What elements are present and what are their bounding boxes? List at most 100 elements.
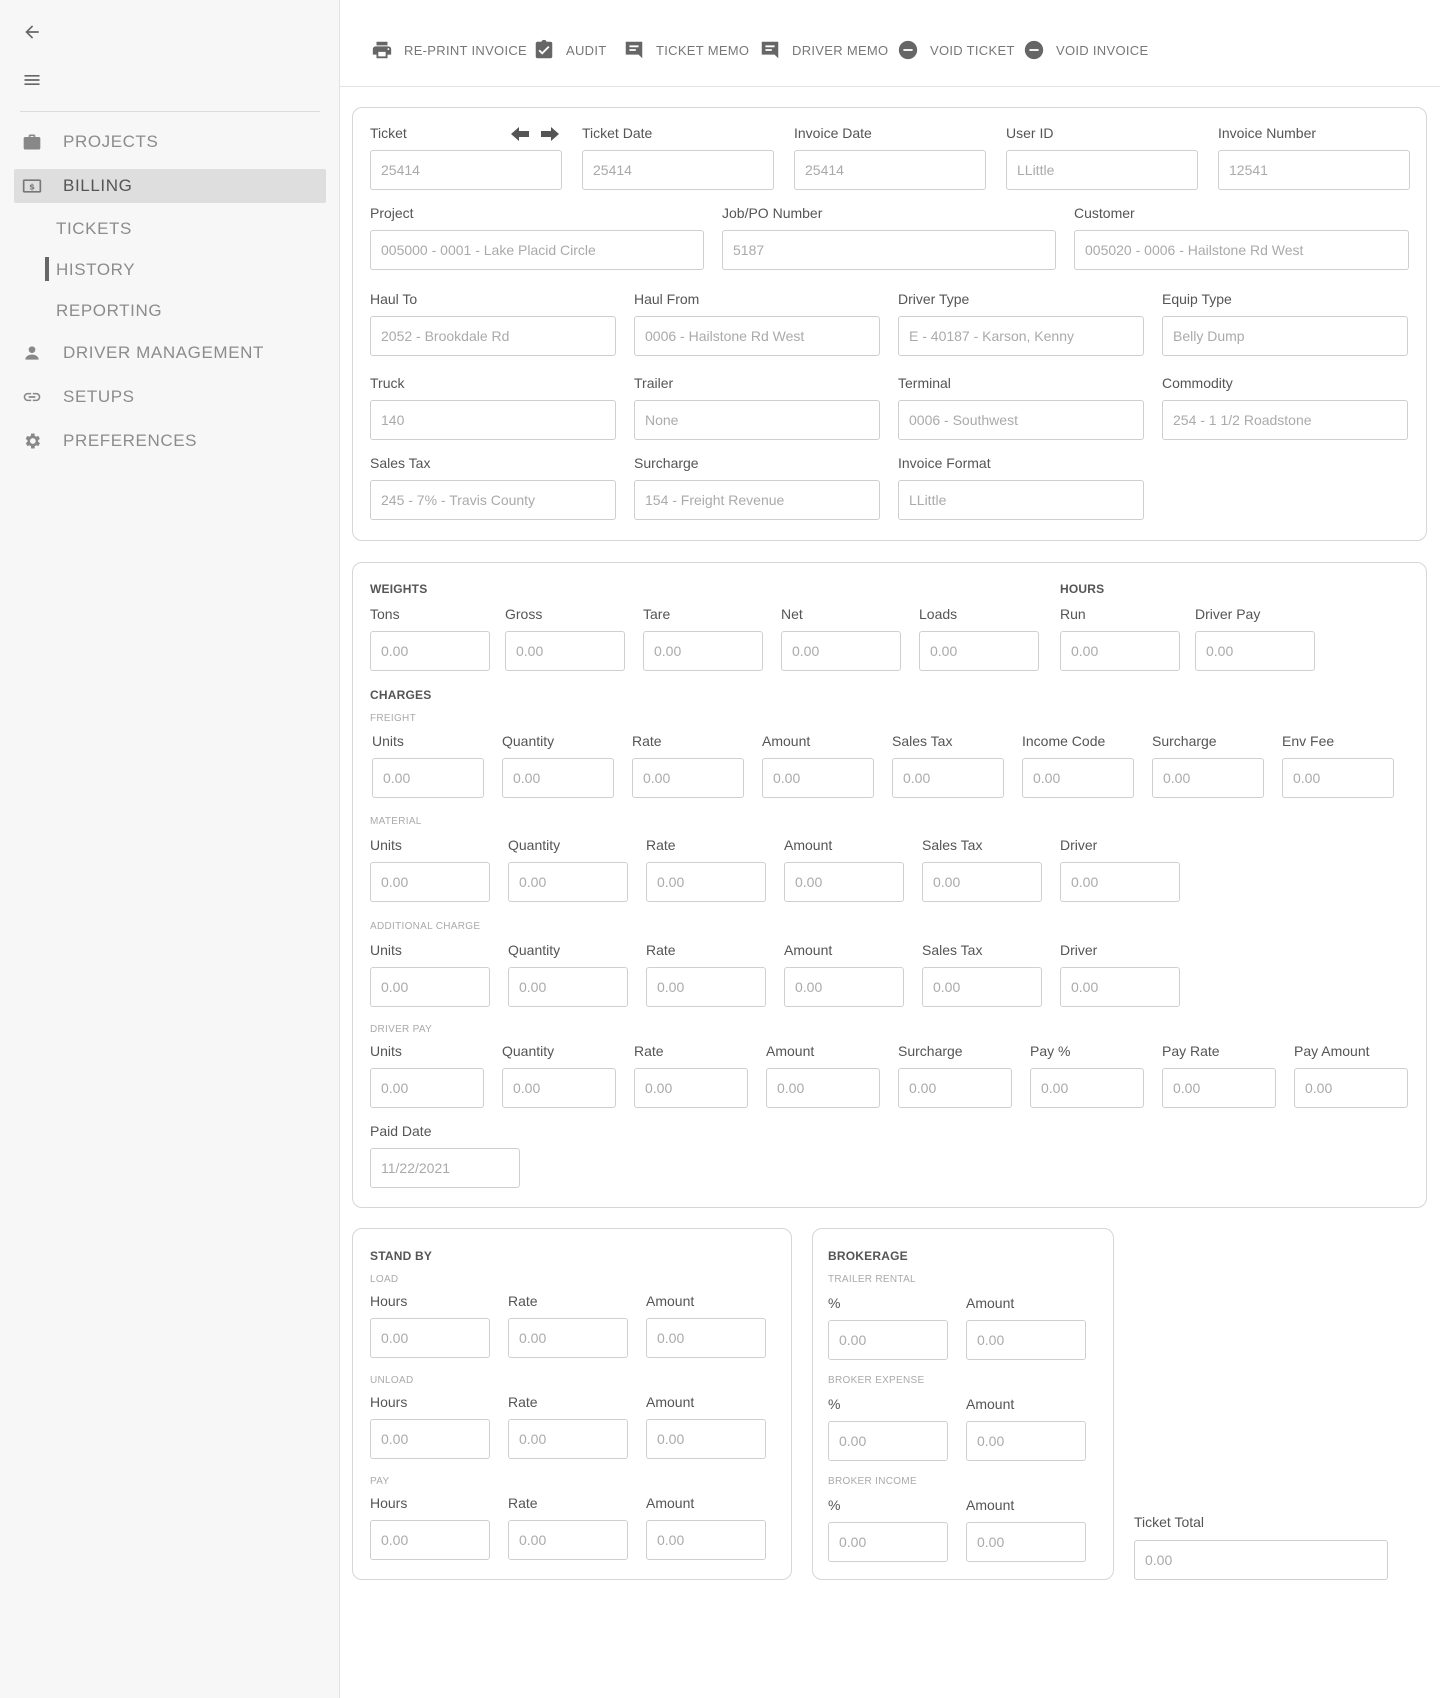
commodity-field[interactable] bbox=[1162, 400, 1408, 440]
pay-percent-field[interactable] bbox=[1030, 1068, 1144, 1108]
terminal-field[interactable] bbox=[898, 400, 1144, 440]
sidebar-subitem-reporting[interactable]: REPORTING bbox=[14, 295, 326, 326]
material-units-field[interactable] bbox=[370, 862, 490, 902]
material-amount-field[interactable] bbox=[784, 862, 904, 902]
sidebar-item-setups[interactable]: SETUPS bbox=[14, 380, 326, 414]
menu-icon[interactable] bbox=[20, 68, 44, 92]
pay-amount-field[interactable] bbox=[1294, 1068, 1408, 1108]
trailer-field[interactable] bbox=[634, 400, 880, 440]
sidebar-subitem-tickets[interactable]: TICKETS bbox=[14, 213, 326, 244]
haul-from-field[interactable] bbox=[634, 316, 880, 356]
freight-income-code-field[interactable] bbox=[1022, 758, 1134, 798]
paid-date-field[interactable] bbox=[370, 1148, 520, 1188]
driver-pay-amount-field[interactable] bbox=[766, 1068, 880, 1108]
broker-income-percent-label: % bbox=[828, 1497, 841, 1513]
invoice-date-field[interactable] bbox=[794, 150, 986, 190]
load-rate-field[interactable] bbox=[508, 1318, 628, 1358]
haul-to-field[interactable] bbox=[370, 316, 616, 356]
run-hours-field[interactable] bbox=[1060, 631, 1180, 671]
hours-heading: HOURS bbox=[1060, 582, 1105, 596]
freight-sales-tax-field[interactable] bbox=[892, 758, 1004, 798]
material-rate-field[interactable] bbox=[646, 862, 766, 902]
sidebar-item-billing[interactable]: $ BILLING bbox=[14, 169, 326, 203]
additional-amount-field[interactable] bbox=[784, 967, 904, 1007]
stand-by-heading: STAND BY bbox=[370, 1249, 433, 1263]
customer-field[interactable] bbox=[1074, 230, 1409, 270]
sales-tax-field[interactable] bbox=[370, 480, 616, 520]
freight-units-field[interactable] bbox=[372, 758, 484, 798]
audit-button[interactable]: AUDIT bbox=[532, 38, 607, 62]
broker-expense-percent-field[interactable] bbox=[828, 1421, 948, 1461]
sidebar-item-driver-management[interactable]: DRIVER MANAGEMENT bbox=[14, 336, 326, 370]
trailer-rental-percent-field[interactable] bbox=[828, 1320, 948, 1360]
previous-ticket-arrow-icon[interactable] bbox=[510, 126, 530, 142]
unload-rate-field[interactable] bbox=[508, 1419, 628, 1459]
pay-amount-standby-field[interactable] bbox=[646, 1520, 766, 1560]
void-ticket-button[interactable]: VOID TICKET bbox=[896, 38, 1015, 62]
additional-driver-field[interactable] bbox=[1060, 967, 1180, 1007]
material-driver-field[interactable] bbox=[1060, 862, 1180, 902]
additional-quantity-field[interactable] bbox=[508, 967, 628, 1007]
driver-pay-rate-label: Rate bbox=[634, 1043, 664, 1059]
ticket-field[interactable] bbox=[370, 150, 562, 190]
net-field[interactable] bbox=[781, 631, 901, 671]
material-sales-tax-field[interactable] bbox=[922, 862, 1042, 902]
ticket-memo-button[interactable]: TICKET MEMO bbox=[622, 38, 749, 62]
unload-amount-field[interactable] bbox=[646, 1419, 766, 1459]
freight-quantity-label: Quantity bbox=[502, 733, 555, 749]
surcharge-field[interactable] bbox=[634, 480, 880, 520]
load-hours-field[interactable] bbox=[370, 1318, 490, 1358]
freight-env-fee-field[interactable] bbox=[1282, 758, 1394, 798]
pay-rate-field[interactable] bbox=[1162, 1068, 1276, 1108]
additional-rate-field[interactable] bbox=[646, 967, 766, 1007]
additional-units-field[interactable] bbox=[370, 967, 490, 1007]
run-label: Run bbox=[1060, 606, 1086, 622]
additional-sales-tax-field[interactable] bbox=[922, 967, 1042, 1007]
ticket-date-label: Ticket Date bbox=[582, 125, 653, 141]
freight-surcharge-field[interactable] bbox=[1152, 758, 1264, 798]
ticket-total-field[interactable] bbox=[1134, 1540, 1388, 1580]
sidebar-item-preferences[interactable]: PREFERENCES bbox=[14, 424, 326, 458]
pay-hours-field[interactable] bbox=[370, 1520, 490, 1560]
void-invoice-button[interactable]: VOID INVOICE bbox=[1022, 38, 1148, 62]
driver-pay-hours-field[interactable] bbox=[1195, 631, 1315, 671]
tare-field[interactable] bbox=[643, 631, 763, 671]
tons-field[interactable] bbox=[370, 631, 490, 671]
tons-label: Tons bbox=[370, 606, 400, 622]
project-field[interactable] bbox=[370, 230, 704, 270]
truck-field[interactable] bbox=[370, 400, 616, 440]
haul-from-label: Haul From bbox=[634, 291, 700, 307]
invoice-format-field[interactable] bbox=[898, 480, 1144, 520]
material-quantity-field[interactable] bbox=[508, 862, 628, 902]
unload-hours-field[interactable] bbox=[370, 1419, 490, 1459]
reprint-invoice-button[interactable]: RE-PRINT INVOICE bbox=[370, 38, 527, 62]
freight-quantity-field[interactable] bbox=[502, 758, 614, 798]
loads-field[interactable] bbox=[919, 631, 1039, 671]
driver-type-label: Driver Type bbox=[898, 291, 970, 307]
driver-type-field[interactable] bbox=[898, 316, 1144, 356]
invoice-number-field[interactable] bbox=[1218, 150, 1410, 190]
sidebar-item-projects[interactable]: PROJECTS bbox=[14, 125, 326, 159]
driver-pay-surcharge-field[interactable] bbox=[898, 1068, 1012, 1108]
driver-pay-rate-field[interactable] bbox=[634, 1068, 748, 1108]
load-amount-field[interactable] bbox=[646, 1318, 766, 1358]
freight-rate-field[interactable] bbox=[632, 758, 744, 798]
trailer-rental-amount-field[interactable] bbox=[966, 1320, 1086, 1360]
broker-income-percent-field[interactable] bbox=[828, 1522, 948, 1562]
ticket-date-field[interactable] bbox=[582, 150, 774, 190]
sidebar-subitem-history[interactable]: HISTORY bbox=[14, 254, 326, 285]
back-arrow-icon[interactable] bbox=[20, 20, 44, 44]
broker-expense-amount-field[interactable] bbox=[966, 1421, 1086, 1461]
equip-type-field[interactable] bbox=[1162, 316, 1408, 356]
freight-amount-field[interactable] bbox=[762, 758, 874, 798]
sidebar-item-label: HISTORY bbox=[56, 259, 136, 279]
driver-memo-button[interactable]: DRIVER MEMO bbox=[758, 38, 888, 62]
user-id-field[interactable] bbox=[1006, 150, 1198, 190]
pay-rate-standby-field[interactable] bbox=[508, 1520, 628, 1560]
broker-income-amount-field[interactable] bbox=[966, 1522, 1086, 1562]
driver-pay-units-field[interactable] bbox=[370, 1068, 484, 1108]
next-ticket-arrow-icon[interactable] bbox=[540, 126, 560, 142]
job-po-field[interactable] bbox=[722, 230, 1056, 270]
gross-field[interactable] bbox=[505, 631, 625, 671]
driver-pay-quantity-field[interactable] bbox=[502, 1068, 616, 1108]
